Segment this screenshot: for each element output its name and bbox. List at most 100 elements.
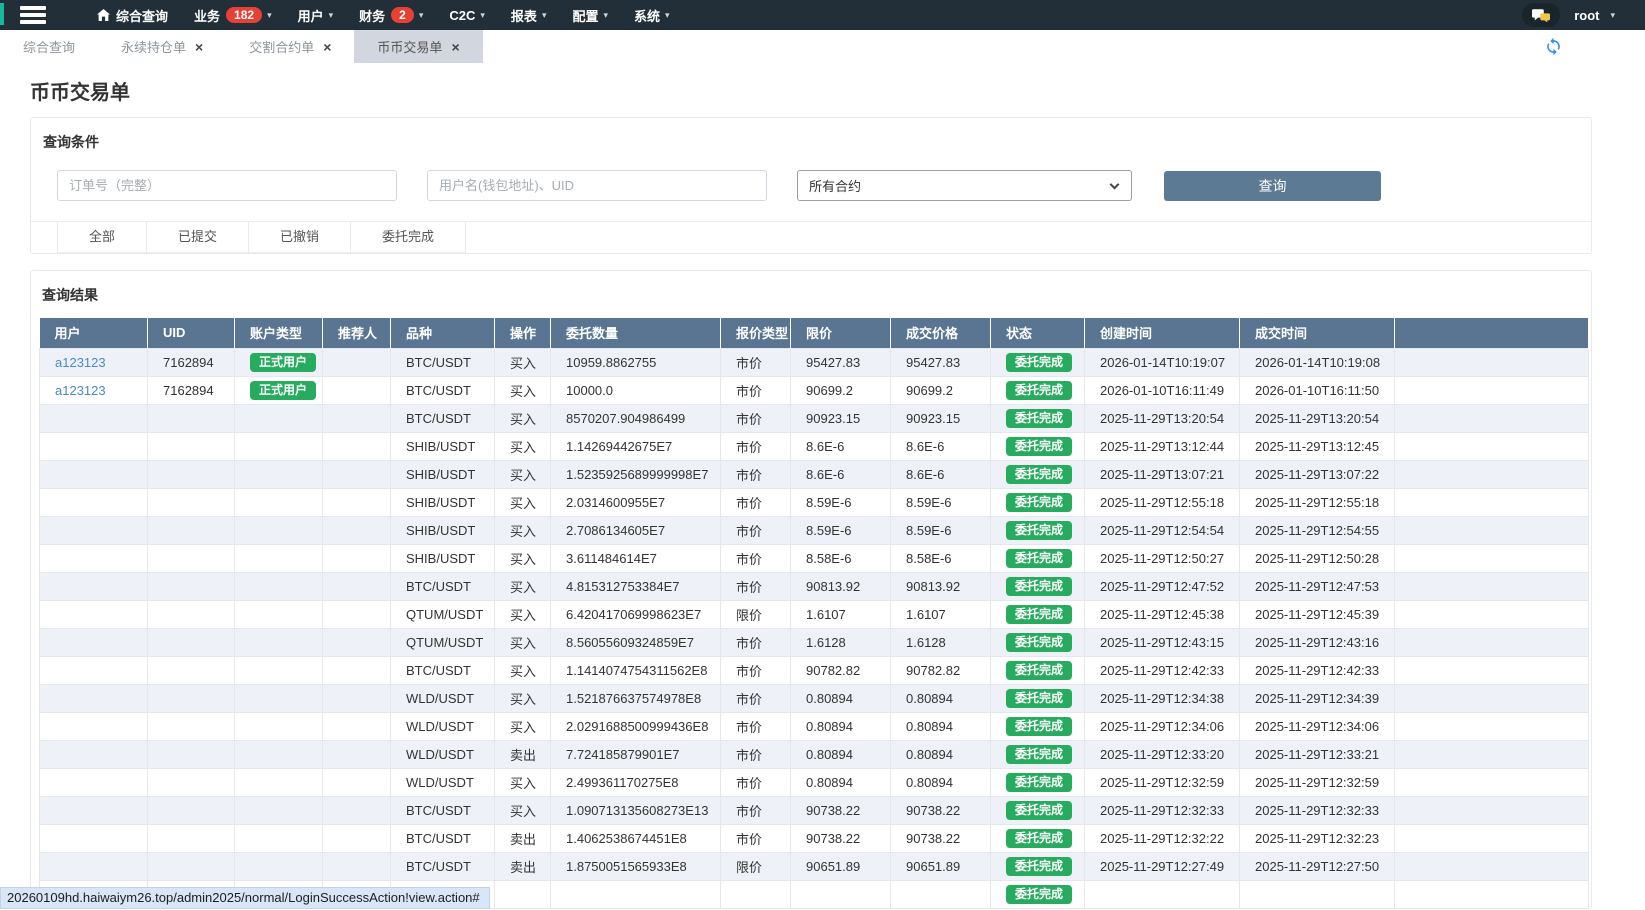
column-header: 限价 [791, 318, 891, 348]
table-cell: 市价 [721, 516, 791, 544]
table-cell: 2025-11-29T13:12:44 [1085, 432, 1240, 460]
chat-bubbles-icon [1532, 8, 1550, 23]
tab-3[interactable]: 交割合约单× [226, 30, 354, 63]
table-cell: 90651.89 [791, 852, 891, 880]
table-cell: 2025-11-29T13:20:54 [1085, 404, 1240, 432]
table-cell: 买入 [495, 348, 551, 376]
table-row: BTC/USDT卖出1.8750051565933E8限价90651.89906… [40, 852, 1589, 880]
table-cell: 2025-11-29T12:34:06 [1240, 712, 1395, 740]
table-cell [235, 712, 323, 740]
nav-item-c2c[interactable]: C2C▾ [436, 0, 498, 30]
table-cell: 0.80894 [891, 712, 991, 740]
chevron-down-icon: ▾ [480, 10, 485, 21]
status-badge: 委托完成 [1006, 661, 1072, 680]
tab-4[interactable]: 币币交易单 × [354, 30, 482, 63]
chat-button[interactable] [1522, 3, 1560, 27]
table-cell [323, 348, 391, 376]
contract-select[interactable]: 所有合约 [797, 170, 1132, 201]
table-cell: 买入 [495, 600, 551, 628]
table-cell: 0.80894 [791, 768, 891, 796]
chevron-down-icon: ▾ [603, 10, 608, 21]
table-cell [235, 656, 323, 684]
tab-2[interactable]: 永续持仓单× [98, 30, 226, 63]
nav-item-users[interactable]: 用户▾ [285, 0, 347, 30]
table-cell: 2025-11-29T13:20:54 [1240, 404, 1395, 432]
table-cell: 90923.15 [891, 404, 991, 432]
table-cell: 2.0291688500999436E8 [551, 712, 721, 740]
order-number-input[interactable] [57, 170, 397, 201]
table-cell: 90738.22 [791, 796, 891, 824]
table-cell: 2025-11-29T12:50:27 [1085, 544, 1240, 572]
status-cell: 委托完成 [991, 376, 1085, 404]
user-link[interactable]: a123123 [55, 355, 106, 370]
nav-item-reports[interactable]: 报表▾ [498, 0, 560, 30]
table-cell [40, 544, 148, 572]
nav-item-business[interactable]: 业务182▾ [181, 0, 285, 30]
table-cell [40, 740, 148, 768]
refresh-button[interactable] [1544, 37, 1563, 56]
table-cell: 8.6E-6 [791, 432, 891, 460]
table-cell: 市价 [721, 684, 791, 712]
nav-item-finance[interactable]: 财务2▾ [346, 0, 436, 30]
table-cell: 2025-11-29T12:43:15 [1085, 628, 1240, 656]
table-cell [148, 572, 235, 600]
table-cell [235, 460, 323, 488]
filter-tab-3[interactable]: 已撤销 [249, 222, 351, 252]
user-link[interactable]: a123123 [55, 383, 106, 398]
filter-tab-4[interactable]: 委托完成 [351, 222, 466, 252]
table-cell [148, 404, 235, 432]
nav-item-dashboard[interactable]: 综合查询 [84, 0, 181, 30]
status-cell: 委托完成 [991, 572, 1085, 600]
table-cell [235, 432, 323, 460]
table-cell [40, 824, 148, 852]
column-header: 委托数量 [551, 318, 721, 348]
table-cell: 限价 [721, 852, 791, 880]
username-uid-input[interactable] [427, 170, 767, 201]
query-panel-title: 查询条件 [43, 132, 1591, 152]
table-cell [1395, 824, 1589, 852]
table-cell: 8.59E-6 [791, 488, 891, 516]
table-cell: 2025-11-29T12:54:54 [1085, 516, 1240, 544]
table-cell: 2025-11-29T12:45:38 [1085, 600, 1240, 628]
table-cell: 10959.8862755 [551, 348, 721, 376]
status-cell: 委托完成 [991, 348, 1085, 376]
close-icon[interactable]: × [195, 40, 203, 54]
nav-item-config[interactable]: 配置▾ [559, 0, 621, 30]
status-badge: 委托完成 [1006, 605, 1072, 624]
table-cell: WLD/USDT [391, 712, 495, 740]
table-cell [1395, 796, 1589, 824]
table-cell [323, 376, 391, 404]
table-cell: 2025-11-29T12:55:18 [1085, 488, 1240, 516]
close-icon[interactable]: × [323, 40, 331, 54]
table-cell: 2025-11-29T12:27:49 [1085, 852, 1240, 880]
nav-item-system[interactable]: 系统▾ [621, 0, 683, 30]
table-row: BTC/USDT卖出1.4062538674451E8市价90738.22907… [40, 824, 1589, 852]
tab-label: 币币交易单 [377, 37, 442, 56]
close-icon[interactable]: × [451, 40, 459, 54]
user-menu[interactable]: root ▾ [1574, 8, 1615, 23]
column-header: 成交时间 [1240, 318, 1395, 348]
filter-tab-2[interactable]: 已提交 [147, 222, 249, 252]
column-header: 品种 [391, 318, 495, 348]
filter-tab-1[interactable]: 全部 [57, 222, 147, 252]
table-cell: 买入 [495, 684, 551, 712]
column-header: 账户类型 [235, 318, 323, 348]
table-cell: SHIB/USDT [391, 460, 495, 488]
table-cell: 2.499361170275E8 [551, 768, 721, 796]
table-cell [323, 824, 391, 852]
table-cell [40, 460, 148, 488]
table-cell: 8.56055609324859E7 [551, 628, 721, 656]
column-header: 报价类型 [721, 318, 791, 348]
column-header [1395, 318, 1589, 348]
table-cell: BTC/USDT [391, 796, 495, 824]
table-cell: 买入 [495, 488, 551, 516]
tab-1[interactable]: 综合查询 [0, 30, 98, 63]
table-cell [1395, 768, 1589, 796]
table-cell: SHIB/USDT [391, 488, 495, 516]
nav-menu: 综合查询业务182▾用户▾财务2▾C2C▾报表▾配置▾系统▾ [84, 0, 683, 30]
table-cell [235, 768, 323, 796]
table-cell: BTC/USDT [391, 376, 495, 404]
hamburger-menu-icon[interactable] [20, 6, 46, 24]
column-header: 用户 [40, 318, 148, 348]
search-button[interactable]: 查询 [1164, 171, 1381, 201]
